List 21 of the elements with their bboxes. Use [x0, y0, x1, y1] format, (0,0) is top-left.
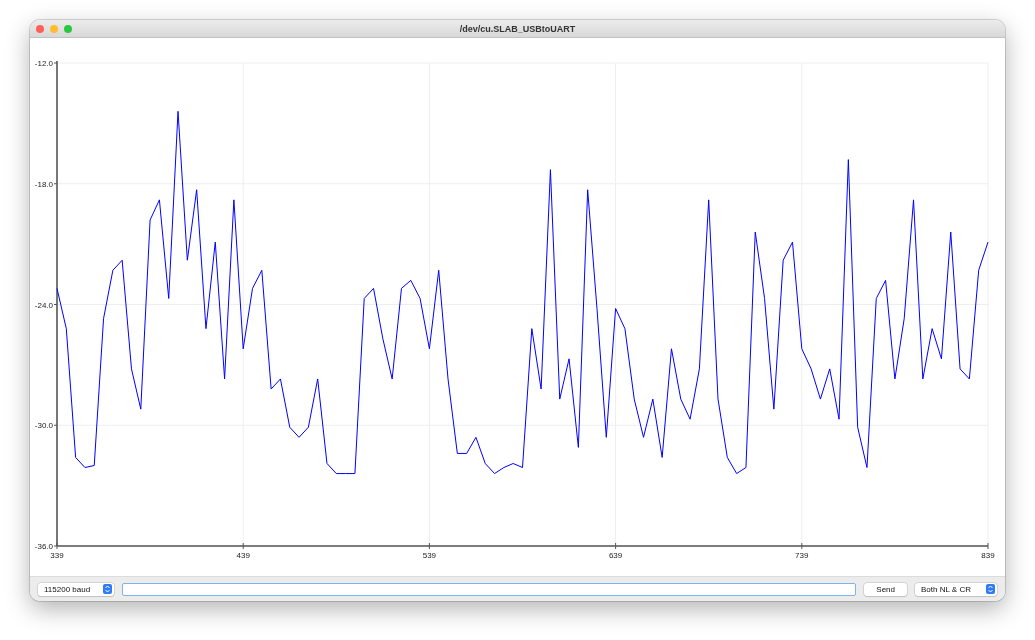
axis-tick-label: -18.0 — [34, 179, 53, 189]
axis-tick-label: -30.0 — [34, 421, 53, 431]
axis-tick-label: 839 — [981, 551, 995, 560]
message-input[interactable] — [122, 582, 857, 596]
baud-rate-dropdown[interactable]: 115200 baud — [38, 582, 114, 596]
axis-tick-label: 639 — [608, 551, 623, 560]
axis-tick-label: -24.0 — [34, 300, 53, 310]
updown-arrows-icon — [986, 584, 995, 594]
close-button[interactable] — [36, 24, 44, 33]
minimize-button[interactable] — [50, 24, 58, 33]
updown-arrows-icon — [103, 584, 112, 594]
zoom-button[interactable] — [64, 24, 72, 33]
axis-tick-label: -36.0 — [34, 542, 53, 551]
axis-tick-label: 739 — [795, 551, 809, 560]
line-ending-dropdown[interactable]: Both NL & CR — [915, 582, 997, 596]
axis-tick-label: -12.0 — [34, 59, 53, 68]
axis-tick-label: 339 — [50, 551, 64, 560]
send-button[interactable]: Send — [864, 582, 907, 596]
axis-tick-label: 539 — [422, 551, 437, 560]
window-title: /dev/cu.SLAB_USBtoUART — [459, 23, 576, 34]
axis-tick-label: 439 — [236, 551, 250, 560]
